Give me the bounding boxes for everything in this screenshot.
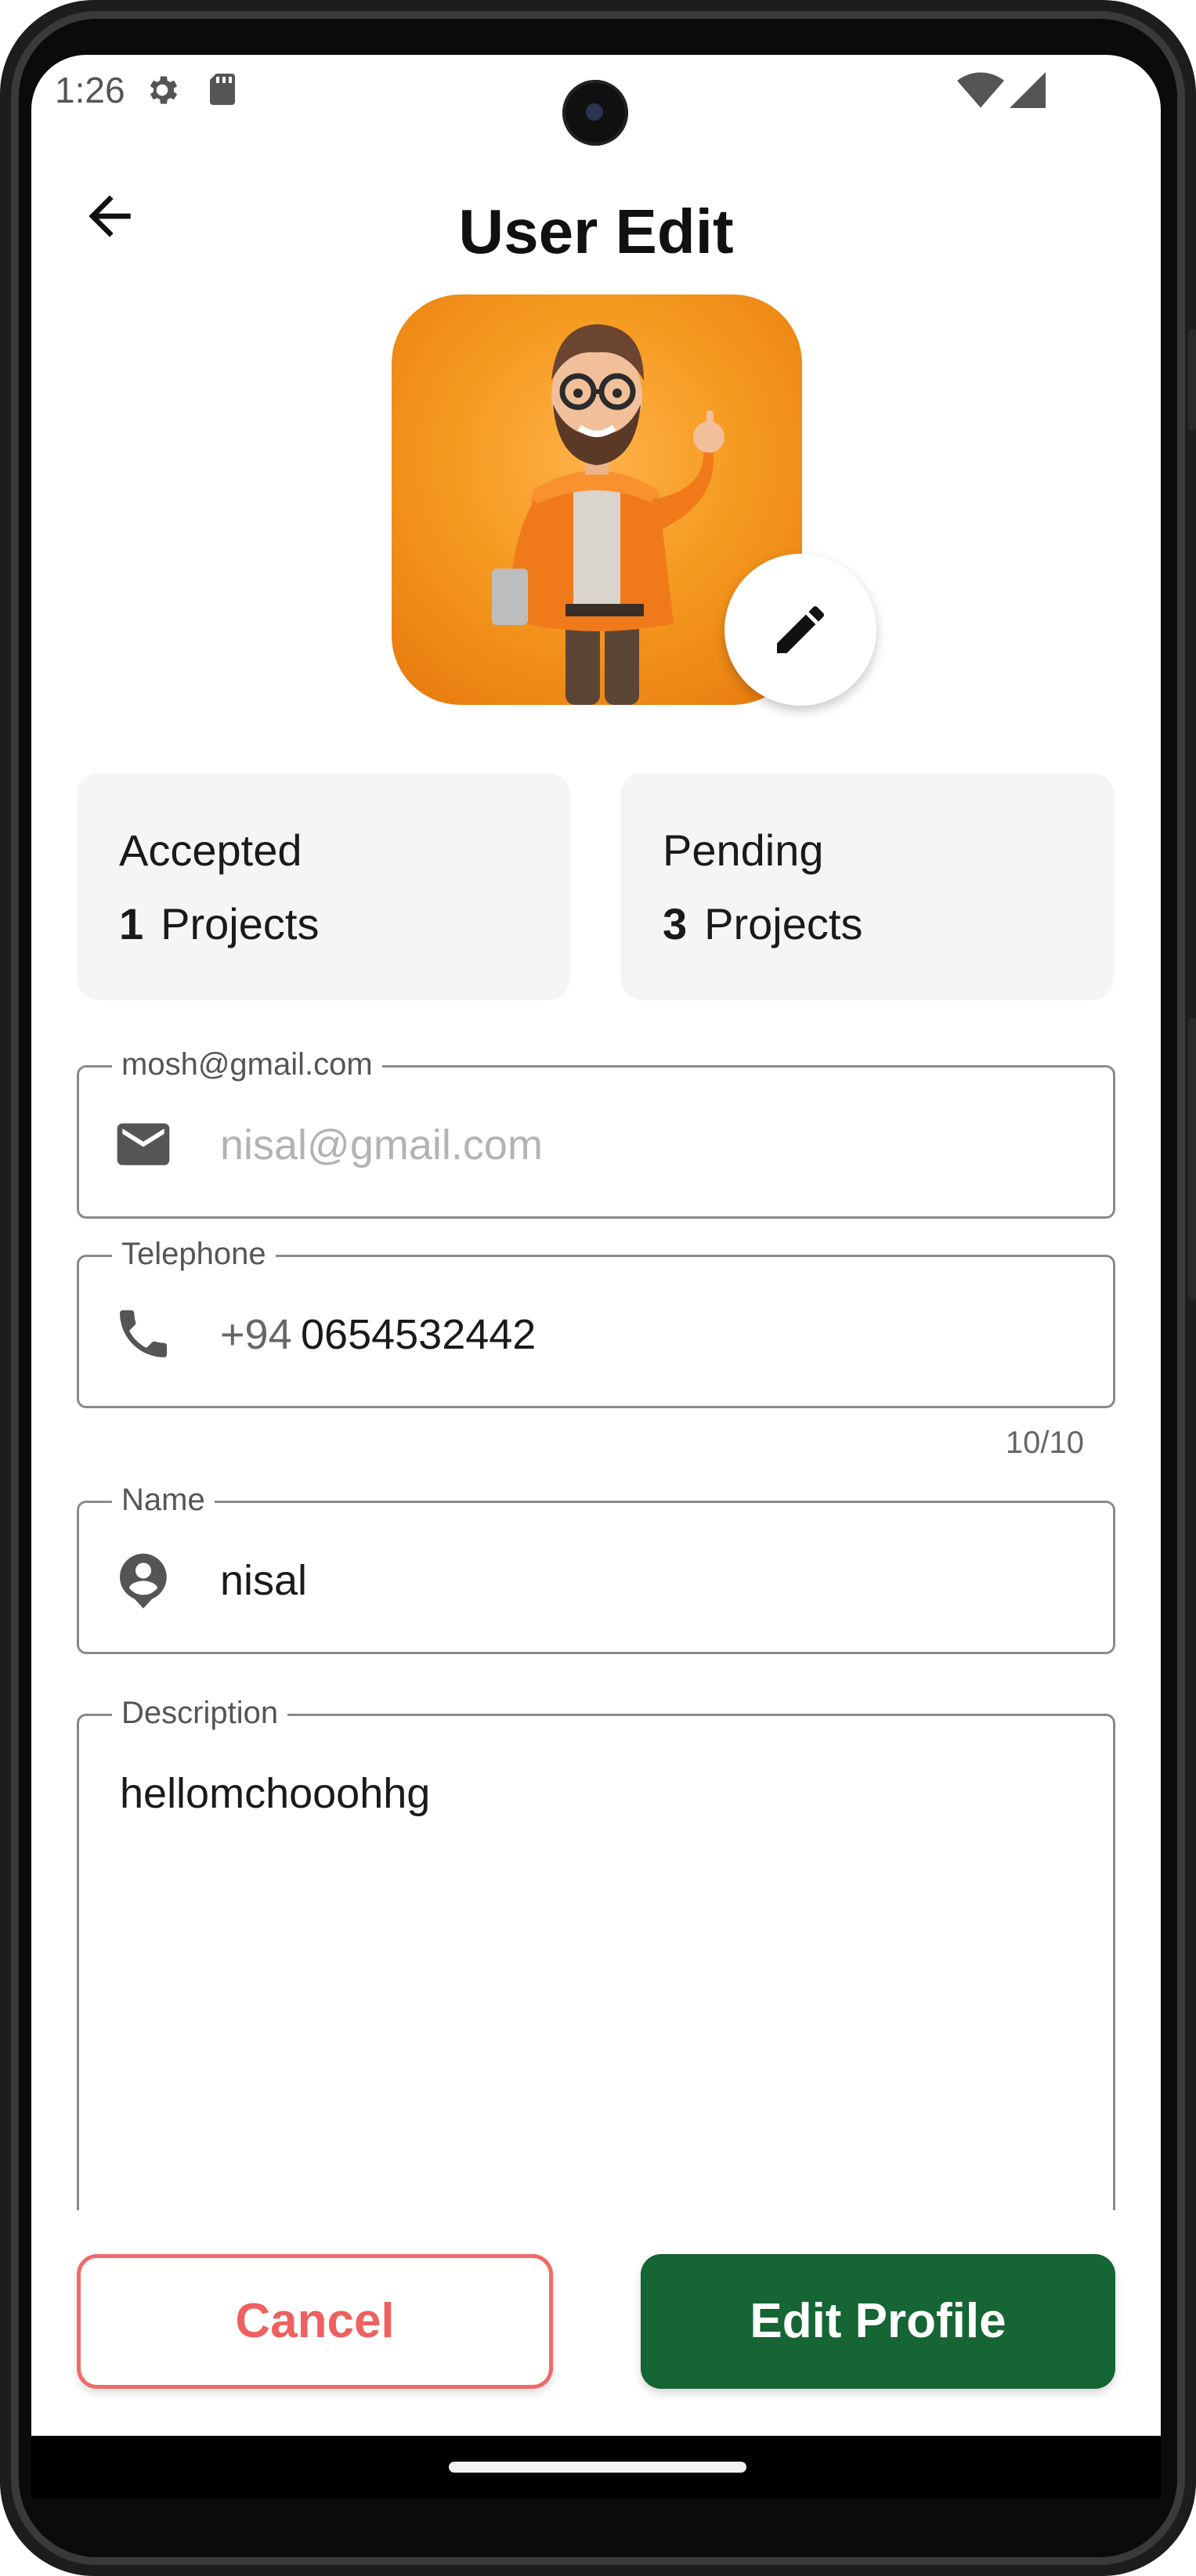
pending-count: 3	[663, 899, 688, 948]
name-field[interactable]: Name nisal	[77, 1483, 1115, 1654]
screen: 1:26 User Edit Accepted 1 Projects Pendi…	[31, 55, 1161, 2436]
pending-title: Pending	[663, 826, 824, 875]
description-value: hellomchooohhg	[120, 1770, 431, 1817]
wifi-icon	[957, 72, 1004, 112]
name-value: nisal	[220, 1557, 308, 1604]
telephone-field[interactable]: Telephone +94 0654532442	[77, 1237, 1115, 1408]
email-label: mosh@gmail.com	[112, 1047, 382, 1082]
signal-icon	[1009, 72, 1046, 112]
pencil-icon	[769, 598, 832, 665]
volume-button	[1188, 329, 1196, 431]
front-camera	[562, 80, 628, 146]
account-circle-icon	[112, 1548, 175, 1615]
telephone-label: Telephone	[112, 1237, 276, 1271]
home-indicator[interactable]	[449, 2462, 746, 2473]
accepted-unit: Projects	[161, 899, 320, 948]
pending-projects-card: Pending 3 Projects	[620, 773, 1114, 1000]
settings-icon	[143, 70, 182, 114]
cancel-button[interactable]: Cancel	[77, 2254, 553, 2389]
page-title: User Edit	[458, 197, 734, 266]
name-label: Name	[112, 1483, 215, 1517]
edit-profile-button[interactable]: Edit Profile	[641, 2254, 1115, 2389]
pending-count-line: 3 Projects	[663, 898, 862, 949]
accepted-title: Accepted	[119, 826, 302, 875]
edit-avatar-button[interactable]	[724, 554, 876, 706]
status-bar: 1:26	[31, 55, 1161, 146]
accepted-count-line: 1 Projects	[119, 898, 319, 949]
accepted-count: 1	[119, 899, 144, 948]
sd-card-icon	[205, 70, 240, 112]
accepted-projects-card: Accepted 1 Projects	[77, 773, 570, 1000]
status-time: 1:26	[55, 70, 125, 110]
email-placeholder: nisal@gmail.com	[220, 1122, 543, 1169]
telephone-value: 0654532442	[301, 1311, 537, 1358]
phone-icon	[112, 1302, 175, 1369]
mail-icon	[112, 1113, 175, 1180]
telephone-counter: 10/10	[1005, 1425, 1084, 1460]
email-field[interactable]: mosh@gmail.com nisal@gmail.com	[77, 1047, 1115, 1219]
description-label: Description	[112, 1696, 288, 1730]
power-button	[1188, 1018, 1196, 1300]
pending-unit: Projects	[704, 899, 863, 948]
telephone-prefix: +94	[220, 1311, 292, 1358]
